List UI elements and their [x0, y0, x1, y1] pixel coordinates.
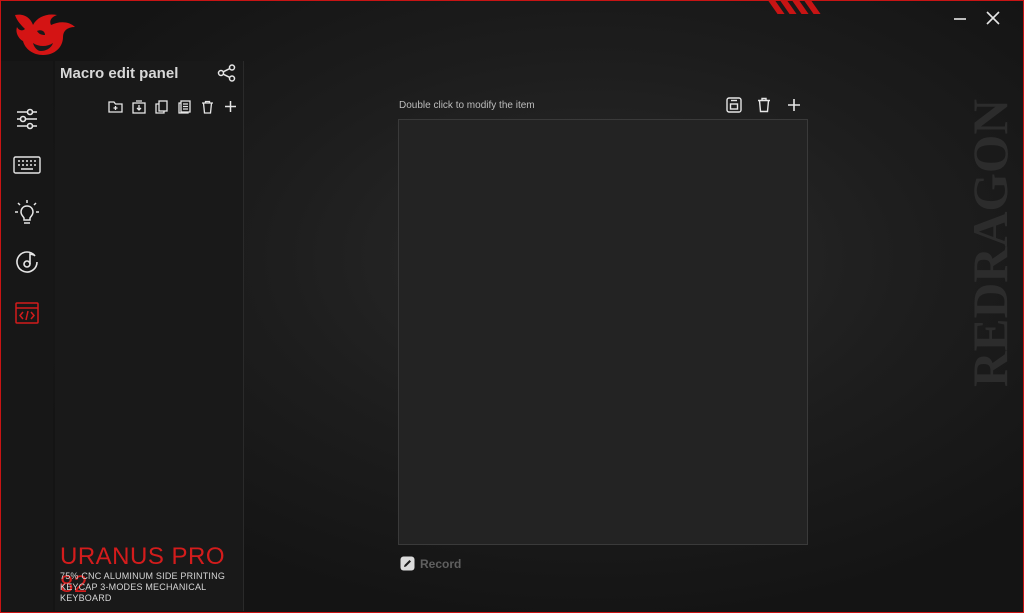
rail-item-audio[interactable]	[9, 244, 45, 280]
redragon-dragon-logo-icon	[11, 9, 77, 57]
rail-item-macro[interactable]	[9, 295, 45, 331]
pencil-icon	[400, 556, 415, 571]
rail-item-lighting[interactable]	[9, 195, 45, 231]
trash-icon	[758, 97, 770, 113]
plus-icon	[788, 99, 800, 111]
add-action-button[interactable]	[785, 96, 803, 114]
delete-button[interactable]	[199, 98, 216, 115]
delete-action-button[interactable]	[755, 96, 773, 114]
document-button[interactable]	[176, 98, 193, 115]
music-disc-icon	[16, 251, 38, 273]
new-folder-icon	[108, 101, 123, 113]
record-label: Record	[420, 556, 462, 571]
redragon-watermark: REDRAGON	[945, 97, 1023, 397]
trash-icon	[202, 100, 213, 114]
plus-icon	[225, 101, 236, 112]
minimize-icon	[954, 18, 966, 20]
product-desc-line2: KEYCAP 3-MODES MECHANICAL KEYBOARD	[60, 582, 207, 603]
sliders-icon	[17, 108, 37, 130]
copy-icon	[155, 99, 168, 114]
lightbulb-icon	[15, 200, 39, 224]
close-icon	[986, 11, 1000, 25]
share-button[interactable]	[217, 64, 237, 84]
product-desc-line1: 75% CNC ALUMINUM SIDE PRINTING	[60, 571, 226, 581]
watermark-text: REDRAGON	[962, 99, 1018, 387]
macro-toolbar	[107, 98, 239, 115]
save-button[interactable]	[725, 96, 743, 114]
editor-hint: Double click to modify the item	[399, 100, 535, 111]
app-window: Macro edit panel URANUS PRO 82 75% CNC A…	[0, 0, 1024, 613]
minimize-button[interactable]	[949, 9, 971, 31]
rail-item-settings[interactable]	[9, 101, 45, 137]
top-stripes-decoration	[768, 1, 827, 14]
macro-panel: Macro edit panel URANUS PRO 82 75% CNC A…	[55, 61, 244, 611]
import-icon	[131, 99, 146, 114]
rail-item-keyboard[interactable]	[9, 147, 45, 183]
keyboard-icon	[13, 156, 41, 174]
record-button[interactable]: Record	[400, 556, 461, 571]
product-description: 75% CNC ALUMINUM SIDE PRINTING KEYCAP 3-…	[60, 571, 242, 604]
share-icon	[217, 64, 236, 82]
macro-action-list[interactable]	[398, 119, 808, 545]
close-button[interactable]	[982, 9, 1004, 31]
save-icon	[726, 97, 742, 113]
document-icon	[178, 99, 191, 114]
copy-button[interactable]	[153, 98, 170, 115]
add-button[interactable]	[222, 98, 239, 115]
import-button[interactable]	[130, 98, 147, 115]
panel-title: Macro edit panel	[60, 65, 179, 82]
editor-toolbar	[725, 96, 803, 114]
new-folder-button[interactable]	[107, 98, 124, 115]
code-window-icon	[15, 302, 39, 324]
nav-rail	[1, 61, 53, 611]
